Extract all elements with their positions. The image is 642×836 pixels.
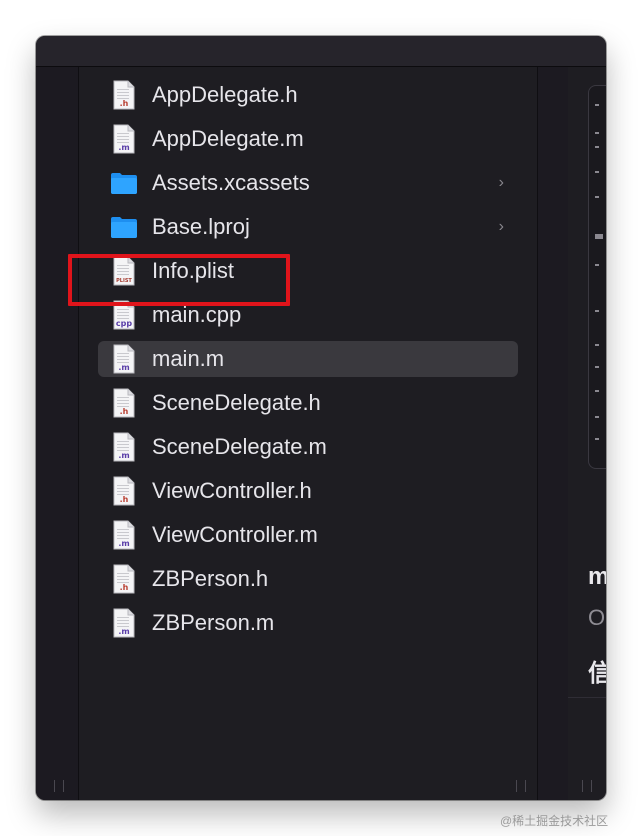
preview-pane: m O 信: [568, 67, 606, 800]
svg-text:.h: .h: [120, 583, 129, 592]
file-column[interactable]: .h AppDelegate.h .m AppDelegate.m Assets.xca…: [79, 67, 537, 800]
file-row[interactable]: .h SceneDelegate.h: [98, 385, 516, 421]
file-row[interactable]: .m SceneDelegate.m: [98, 429, 516, 465]
svg-text:.h: .h: [120, 495, 129, 504]
document-icon: .h: [110, 388, 138, 418]
svg-text:.m: .m: [118, 451, 129, 460]
svg-text:.m: .m: [118, 363, 129, 372]
document-icon: .h: [110, 564, 138, 594]
document-icon: .m: [110, 608, 138, 638]
preview-file-kind: O: [588, 605, 606, 630]
file-name: ZBPerson.h: [152, 566, 269, 591]
folder-icon: [110, 212, 138, 242]
preview-text-line: [595, 416, 599, 418]
document-icon: .m: [110, 520, 138, 550]
file-name: main.m: [152, 346, 225, 371]
preview-text-line: [595, 132, 599, 134]
file-row[interactable]: Base.lproj ›: [98, 209, 516, 245]
file-row[interactable]: .m ZBPerson.m: [98, 605, 516, 641]
file-name: ViewController.h: [152, 478, 312, 503]
preview-info-heading: 信: [588, 660, 606, 687]
svg-text:.h: .h: [120, 407, 129, 416]
preview-text-line: [595, 264, 599, 266]
chevron-right-icon: ›: [498, 218, 504, 235]
chevron-right-icon: ›: [498, 174, 504, 191]
watermark: @稀土掘金技术社区: [500, 814, 609, 828]
document-icon: .m: [110, 344, 138, 374]
file-row[interactable]: .h ViewController.h: [98, 473, 516, 509]
preview-text-line: [595, 196, 599, 198]
preview-text-line: [595, 366, 599, 368]
preview-text-line: [595, 234, 603, 239]
preview-text-line: [595, 104, 599, 106]
svg-text:.m: .m: [118, 627, 129, 636]
file-row[interactable]: .m AppDelegate.m: [98, 121, 516, 157]
file-row[interactable]: .h ZBPerson.h: [98, 561, 516, 597]
svg-text:cpp: cpp: [116, 319, 132, 328]
document-icon: .m: [110, 124, 138, 154]
file-name: ZBPerson.m: [152, 610, 275, 635]
file-name: AppDelegate.m: [152, 126, 304, 151]
preview-divider: [568, 697, 606, 698]
document-icon: .m: [110, 432, 138, 462]
empty-column[interactable]: [537, 67, 569, 800]
file-row[interactable]: .m main.m: [98, 341, 518, 377]
file-name: SceneDelegate.m: [152, 434, 327, 459]
preview-file-name: m: [588, 563, 606, 590]
file-name: Base.lproj: [152, 214, 250, 239]
file-row[interactable]: .h AppDelegate.h: [98, 77, 516, 113]
preview-text-line: [595, 171, 599, 173]
annotation-highlight-box: [68, 254, 290, 306]
preview-text-line: [595, 310, 599, 312]
file-name: AppDelegate.h: [152, 82, 298, 107]
preview-text-line: [595, 438, 599, 440]
file-name: ViewController.m: [152, 522, 318, 547]
document-icon: .h: [110, 80, 138, 110]
file-row[interactable]: Assets.xcassets ›: [98, 165, 516, 201]
svg-text:.m: .m: [118, 539, 129, 548]
document-icon: .h: [110, 476, 138, 506]
column-resize-handle[interactable]: [54, 780, 64, 792]
column-resize-handle[interactable]: [516, 780, 526, 792]
file-row[interactable]: .m ViewController.m: [98, 517, 516, 553]
svg-text:.m: .m: [118, 143, 129, 152]
parent-column[interactable]: [36, 67, 79, 800]
window-titlebar[interactable]: [36, 36, 606, 67]
file-name: Assets.xcassets: [152, 170, 310, 195]
finder-window: .h AppDelegate.h .m AppDelegate.m Assets.xca…: [36, 36, 606, 800]
svg-text:.h: .h: [120, 99, 129, 108]
preview-text-line: [595, 390, 599, 392]
preview-text-line: [595, 146, 599, 148]
column-resize-handle[interactable]: [582, 780, 592, 792]
folder-icon: [110, 168, 138, 198]
file-name: SceneDelegate.h: [152, 390, 321, 415]
preview-text-line: [595, 344, 599, 346]
file-preview-thumbnail: [588, 85, 606, 469]
